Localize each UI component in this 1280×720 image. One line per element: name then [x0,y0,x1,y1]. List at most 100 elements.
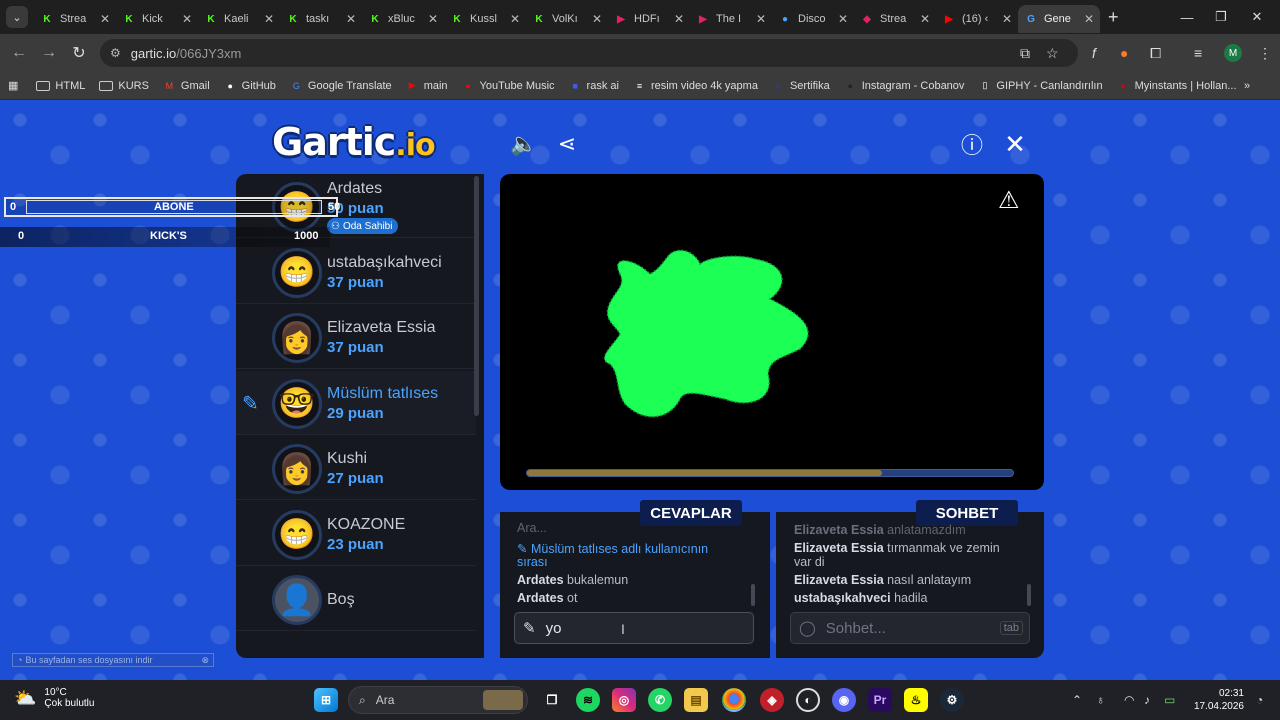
answers-scrollbar[interactable] [751,584,755,606]
tab-close-icon[interactable]: ✕ [346,12,356,26]
spotify-icon[interactable]: ≋ [576,688,600,712]
taskbar-search[interactable]: ⌕ Ara [348,686,528,714]
snapchat-icon[interactable]: ♨ [904,688,928,712]
bookmark-item[interactable]: ▶ main [406,79,448,92]
browser-tab[interactable]: ▶ The I ✕ [690,5,772,33]
browser-tab[interactable]: K VolKı ✕ [526,5,608,33]
browser-tab[interactable]: ▶ (16) ‹ ✕ [936,5,1018,33]
volume-icon[interactable]: ♪ [1144,680,1150,720]
chat-input[interactable]: ◯ Sohbet... tab [790,612,1030,644]
bookmark-item[interactable]: KURS [99,79,149,92]
bookmark-star-icon[interactable]: ☆ [1046,34,1059,72]
task-view-icon[interactable]: ❐ [540,688,564,712]
mic-icon[interactable]: ♁ [1096,680,1105,720]
tab-close-icon[interactable]: ✕ [1002,12,1012,26]
browser-tab[interactable]: ▶ HDFı ✕ [608,5,690,33]
bookmark-item[interactable]: ● YouTube Music [462,79,554,92]
browser-tab[interactable]: G Gene ✕ [1018,5,1100,33]
site-info-icon[interactable]: ⚙ [110,46,121,60]
player-row[interactable]: 👩 Elizaveta Essia 37 puan [236,305,476,369]
tab-close-icon[interactable]: ✕ [182,12,192,26]
player-row[interactable]: 👩 Kushi 27 puan [236,436,476,500]
browser-tab[interactable]: K Kaeli ✕ [198,5,280,33]
weather-widget[interactable]: ⛅ 10°C Çok bulutlu [14,687,94,709]
profile-avatar[interactable]: M [1224,34,1242,72]
battery-icon[interactable]: ▭ [1164,680,1175,720]
tab-search-menu-icon[interactable]: ⌄ [6,6,28,28]
bookmark-item[interactable]: ● Instagram - Cobanov [844,79,964,92]
tab-close-icon[interactable]: ✕ [920,12,930,26]
close-window-button[interactable]: ✕ [1234,0,1280,34]
player-row[interactable]: 😁 ustabaşıkahveci 37 puan [236,240,476,304]
drawing-canvas[interactable] [500,174,1044,490]
chat-scrollbar[interactable] [1027,584,1031,606]
apps-grid-icon[interactable]: ▦ [8,79,18,92]
forward-icon[interactable]: → [34,44,64,62]
player-row[interactable]: 😁 KOAZONE 23 puan [236,502,476,566]
premiere-icon[interactable]: Pr [868,688,892,712]
bookmark-item[interactable]: ≡ resim video 4k yapma [633,79,758,92]
more-bookmarks-icon[interactable]: » [1244,80,1250,92]
tab-title: Strea [880,13,907,25]
browser-tab[interactable]: ◆ Strea ✕ [854,5,936,33]
back-icon[interactable]: ← [4,44,34,62]
browser-tab[interactable]: Ktaskı ✕ [280,5,362,33]
bookmark-label: HTML [55,79,86,92]
tab-close-icon[interactable]: ✕ [592,12,602,26]
sound-icon[interactable]: 🔈 [510,130,538,158]
bookmark-item[interactable]: ● GitHub [224,79,275,92]
bookmark-item[interactable]: ● Myinstants | Hollan... [1117,79,1236,92]
bookmark-item[interactable]: M Gmail [163,79,210,92]
obs-icon[interactable]: ◐ [796,688,820,712]
tab-close-icon[interactable]: ✕ [428,12,438,26]
browser-tab[interactable]: K Strea ✕ [34,5,116,33]
wifi-icon[interactable]: ◠ [1124,680,1134,720]
browser-tab[interactable]: K Kussl ✕ [444,5,526,33]
exit-icon[interactable]: ✕ [1001,129,1029,159]
browser-tab[interactable]: KxBluc ✕ [362,5,444,33]
tab-close-icon[interactable]: ✕ [756,12,766,26]
start-icon[interactable]: ⊞ [314,688,338,712]
report-warning-icon[interactable]: ⚠ [998,186,1020,215]
tab-close-icon[interactable]: ✕ [1084,12,1094,26]
extension-icon[interactable]: ● [1120,34,1128,72]
answer-input[interactable]: ✎ yo [514,612,754,644]
player-list-scrollbar[interactable] [474,176,479,416]
bookmark-item[interactable]: ▯ GIPHY - Canlandırılın [978,79,1102,92]
reload-icon[interactable]: ↻ [64,43,94,63]
tab-close-icon[interactable]: ✕ [838,12,848,26]
browser-tab[interactable]: ● Disco ✕ [772,5,854,33]
tab-close-icon[interactable]: ✕ [264,12,274,26]
tray-overflow-icon[interactable]: ⌃ [1072,680,1082,720]
download-audio-hint[interactable]: ◔ Bu sayfadan ses dosyasını indir ⊗ [12,653,214,667]
reading-list-icon[interactable]: ≡ [1194,34,1202,72]
discord-icon[interactable]: ◉ [832,688,856,712]
bookmark-item[interactable]: HTML [36,79,85,92]
bookmark-item[interactable]: G Google Translate [290,79,392,92]
new-tab-button[interactable]: + [1108,7,1119,28]
notification-bell-icon[interactable]: ◔ [1256,680,1263,720]
chrome-icon[interactable] [722,688,746,712]
info-icon[interactable]: ⓘ [958,130,986,158]
share-icon[interactable]: ⋖ [553,130,581,158]
empty-player-slot[interactable]: 👤 Boş [236,567,476,631]
player-row[interactable]: ✎ 🤓 Müslüm tatlıses 29 puan [236,370,476,435]
browser-menu-icon[interactable]: ⋮ [1258,34,1272,72]
browser-tab[interactable]: K Kick ✕ [116,5,198,33]
tab-close-icon[interactable]: ✕ [510,12,520,26]
extension-fx-icon[interactable]: f [1092,34,1096,72]
bookmark-item[interactable]: ■ rask ai [569,79,619,92]
install-app-icon[interactable]: ⧉ [1020,34,1030,72]
steam-icon[interactable]: ⚙ [940,688,964,712]
url-input[interactable]: ⚙ gartic.io/066JY3xm [100,39,1078,67]
app-red-icon[interactable]: ◈ [760,688,784,712]
whatsapp-icon[interactable]: ✆ [648,688,672,712]
file-explorer-icon[interactable]: ▤ [684,688,708,712]
clock[interactable]: 02:31 17.04.2026 [1190,687,1244,713]
close-hint-icon[interactable]: ⊗ [201,655,209,666]
bookmark-item[interactable]: ● Sertifika [772,79,830,92]
tab-close-icon[interactable]: ✕ [674,12,684,26]
extensions-puzzle-icon[interactable]: ⧠ [1150,34,1161,72]
tab-close-icon[interactable]: ✕ [100,12,110,26]
instagram-icon[interactable]: ◎ [612,688,636,712]
